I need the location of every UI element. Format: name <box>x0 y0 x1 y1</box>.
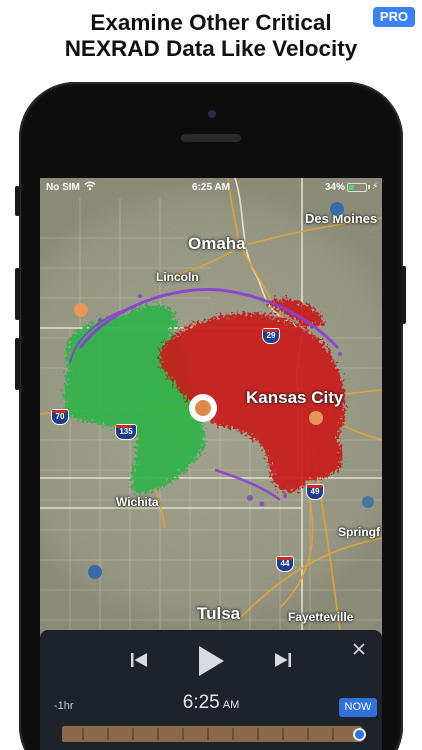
timeline-tick <box>107 728 109 740</box>
city-label-kansas-city: Kansas City <box>246 388 344 407</box>
timeline-scrubber[interactable] <box>62 726 362 742</box>
battery-level <box>349 185 355 190</box>
phone-volume-up-button <box>15 268 20 320</box>
timeline-tick <box>182 728 184 740</box>
selected-radar-site[interactable] <box>189 394 217 422</box>
skip-back-icon[interactable] <box>130 652 148 668</box>
status-bar: No SIM 6:25 AM 34% ⚡ <box>40 178 382 198</box>
headline: Examine Other Critical NEXRAD Data Like … <box>0 10 422 62</box>
station-dot-des-moines[interactable] <box>330 202 344 216</box>
headline-line-1: Examine Other Critical <box>90 10 332 35</box>
timeline-tick <box>332 728 334 740</box>
timeline-tick <box>232 728 234 740</box>
close-icon[interactable] <box>352 642 366 656</box>
timeline-knob[interactable] <box>353 728 366 741</box>
highway-shield-29: 29 <box>262 328 280 344</box>
highway-shield-44: 44 <box>276 556 294 572</box>
highway-shield-70: 70 <box>51 409 69 425</box>
city-label-wichita: Wichita <box>116 495 159 509</box>
pro-badge: PRO <box>373 7 415 27</box>
phone-power-button <box>401 266 406 324</box>
playback-time: 6:25 AM <box>40 692 382 714</box>
highway-shield-49: 49 <box>306 484 324 500</box>
charging-icon: ⚡ <box>372 181 379 191</box>
station-dot-kansas-city-east[interactable] <box>309 411 323 425</box>
timeline-tick <box>307 728 309 740</box>
playback-time-value: 6:25 <box>182 692 220 713</box>
front-camera <box>208 110 216 118</box>
battery-nub <box>368 185 370 189</box>
headline-line-2: NEXRAD Data Like Velocity <box>64 36 358 61</box>
timeline-tick <box>282 728 284 740</box>
playback-panel: -1hr 6:25 AM NOW <box>40 630 382 750</box>
playback-time-ampm: AM <box>222 699 240 711</box>
city-label-fayetteville: Fayetteville <box>288 610 354 624</box>
earpiece-speaker <box>181 134 241 142</box>
now-button[interactable]: NOW <box>339 698 377 717</box>
timeline-tick <box>157 728 159 740</box>
station-dot-springfield[interactable] <box>362 496 374 508</box>
highway-shield-135: 135 <box>115 424 137 440</box>
timeline-tick <box>132 728 134 740</box>
station-dot-west-kansas[interactable] <box>74 303 88 317</box>
city-label-springfield: Springf <box>338 525 380 539</box>
city-label-lincoln: Lincoln <box>156 270 199 284</box>
timeline-tick <box>82 728 84 740</box>
timeline-tick <box>207 728 209 740</box>
battery-percent: 34% <box>325 182 346 193</box>
station-dot-oklahoma[interactable] <box>88 565 102 579</box>
timeline-tick <box>257 728 259 740</box>
play-icon[interactable] <box>196 644 226 678</box>
phone-volume-down-button <box>15 338 20 390</box>
city-label-tulsa: Tulsa <box>197 604 241 623</box>
skip-forward-icon[interactable] <box>274 652 292 668</box>
battery-icon <box>347 183 367 192</box>
app-screen: No SIM 6:25 AM 34% ⚡ Omaha Des Moines Li… <box>40 178 382 750</box>
phone-mute-switch <box>15 186 20 216</box>
